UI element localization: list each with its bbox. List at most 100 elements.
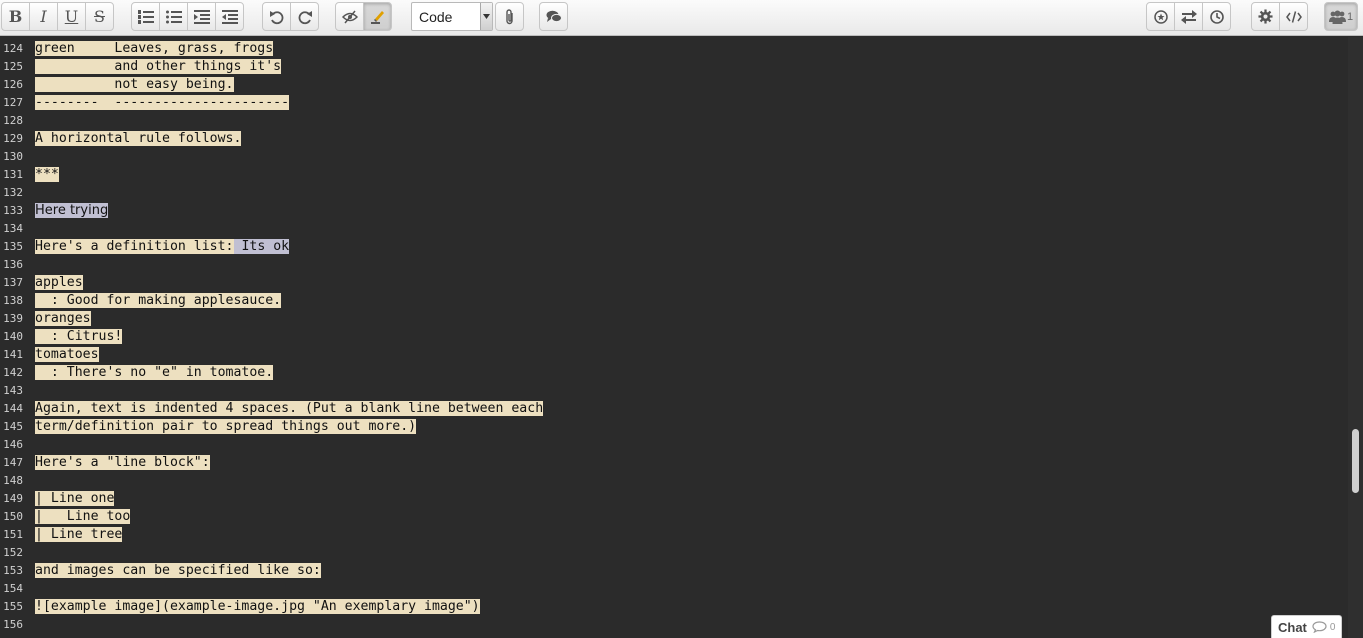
attach-button[interactable]: [495, 2, 524, 31]
embed-button[interactable]: [1279, 2, 1308, 31]
line-text: Here trying: [35, 203, 109, 218]
line-text: apples: [35, 275, 83, 290]
line-text: ![example image](example-image.jpg "An e…: [35, 599, 480, 614]
hide-preview-button[interactable]: [335, 2, 364, 31]
line-text: | Line tree: [35, 527, 123, 542]
star-button[interactable]: [1146, 2, 1175, 31]
line-number: 154: [3, 582, 23, 595]
comment-group: [539, 2, 568, 31]
users-button[interactable]: 1: [1324, 2, 1358, 31]
ordered-list-button[interactable]: [131, 2, 160, 31]
clock-icon: [1209, 9, 1224, 24]
line-text: | Line too: [35, 509, 131, 524]
chat-toggle[interactable]: Chat 0: [1271, 615, 1342, 638]
highlighter-icon: [370, 10, 384, 24]
line-text: not easy being.: [35, 77, 234, 92]
list-group: [131, 2, 244, 31]
editor-line: and other things it's: [35, 58, 282, 76]
line-number: 145: [3, 420, 23, 433]
unordered-list-icon: [165, 10, 182, 23]
redo-button[interactable]: [290, 2, 319, 31]
redo-icon: [298, 10, 312, 24]
timeslider-button[interactable]: [1202, 2, 1231, 31]
outdent-icon: [221, 9, 238, 24]
editor-line: | Line too: [35, 508, 131, 526]
chat-label: Chat: [1278, 619, 1307, 635]
editor-line: Here's a "line block":: [35, 454, 210, 472]
line-number: 146: [3, 438, 23, 451]
chat-unread-count: 0: [1329, 621, 1336, 633]
line-text: : Good for making applesauce.: [35, 293, 282, 308]
comments-icon: [546, 10, 562, 22]
underline-icon: U: [64, 7, 79, 26]
line-number: 151: [3, 528, 23, 541]
settings-button[interactable]: [1251, 2, 1280, 31]
line-text: | Line one: [35, 491, 115, 506]
line-text: Here's a definition list:: [35, 239, 234, 254]
line-number: 129: [3, 132, 23, 145]
text-format-group: B I U S: [1, 2, 114, 31]
line-number: 131: [3, 168, 23, 181]
unordered-list-button[interactable]: [159, 2, 188, 31]
toolbar: B I U S Code 1: [0, 0, 1363, 36]
vertical-scrollbar[interactable]: [1348, 37, 1363, 638]
line-number: 140: [3, 330, 23, 343]
editor-line: ![example image](example-image.jpg "An e…: [35, 598, 480, 616]
line-number: 153: [3, 564, 23, 577]
editor-line: term/definition pair to spread things ou…: [35, 418, 417, 436]
history-group: [262, 2, 319, 31]
format-select-value: Code: [419, 8, 453, 25]
line-number: 138: [3, 294, 23, 307]
editor-line: : Citrus!: [35, 328, 123, 346]
indent-button[interactable]: [187, 2, 216, 31]
line-number: 143: [3, 384, 23, 397]
scrollbar-thumb[interactable]: [1352, 429, 1359, 493]
strikethrough-button[interactable]: S: [85, 2, 114, 31]
editor-area[interactable]: green Leaves, grass, frogs and other thi…: [35, 37, 1345, 638]
line-number: 132: [3, 186, 23, 199]
italic-button[interactable]: I: [29, 2, 58, 31]
line-text: ***: [35, 167, 59, 182]
undo-icon: [269, 10, 283, 24]
settings-group: [1251, 2, 1308, 31]
editor-line: | Line tree: [35, 526, 123, 544]
inline-comment[interactable]: Its ok: [233, 239, 290, 254]
history-tools-group: [1146, 2, 1231, 31]
line-number: 149: [3, 492, 23, 505]
line-number: 127: [3, 96, 23, 109]
line-number: 148: [3, 474, 23, 487]
italic-icon: I: [40, 7, 47, 26]
line-number: 155: [3, 600, 23, 613]
chat-bubble-icon: [1312, 621, 1327, 633]
bold-button[interactable]: B: [1, 2, 30, 31]
comment-button[interactable]: [539, 2, 568, 31]
view-group: [335, 2, 392, 31]
chevron-down-icon[interactable]: [480, 3, 492, 30]
editor-line: | Line one: [35, 490, 115, 508]
star-icon: [1153, 9, 1168, 24]
line-number: 130: [3, 150, 23, 163]
eye-slash-icon: [341, 10, 358, 23]
line-text: green Leaves, grass, frogs: [35, 41, 274, 56]
attach-group: [495, 2, 524, 31]
line-text: A horizontal rule follows.: [35, 131, 242, 146]
format-select[interactable]: Code: [411, 2, 493, 31]
editor-line: : Good for making applesauce.: [35, 292, 282, 310]
paperclip-icon: [505, 8, 513, 24]
underline-button[interactable]: U: [57, 2, 86, 31]
line-text: : There's no "e" in tomatoe.: [35, 365, 274, 380]
users-group: 1: [1324, 2, 1358, 31]
line-number: 133: [3, 204, 23, 217]
line-number: 136: [3, 258, 23, 271]
line-number: 156: [3, 618, 23, 631]
undo-button[interactable]: [262, 2, 291, 31]
line-text: oranges: [35, 311, 91, 326]
import-export-button[interactable]: [1174, 2, 1203, 31]
line-number: 147: [3, 456, 23, 469]
line-number: 125: [3, 60, 23, 73]
outdent-button[interactable]: [215, 2, 244, 31]
line-text: and images can be specified like so:: [35, 563, 321, 578]
editor-line: apples: [35, 274, 83, 292]
highlight-button[interactable]: [363, 2, 392, 31]
line-text: Here's a "line block":: [35, 455, 210, 470]
